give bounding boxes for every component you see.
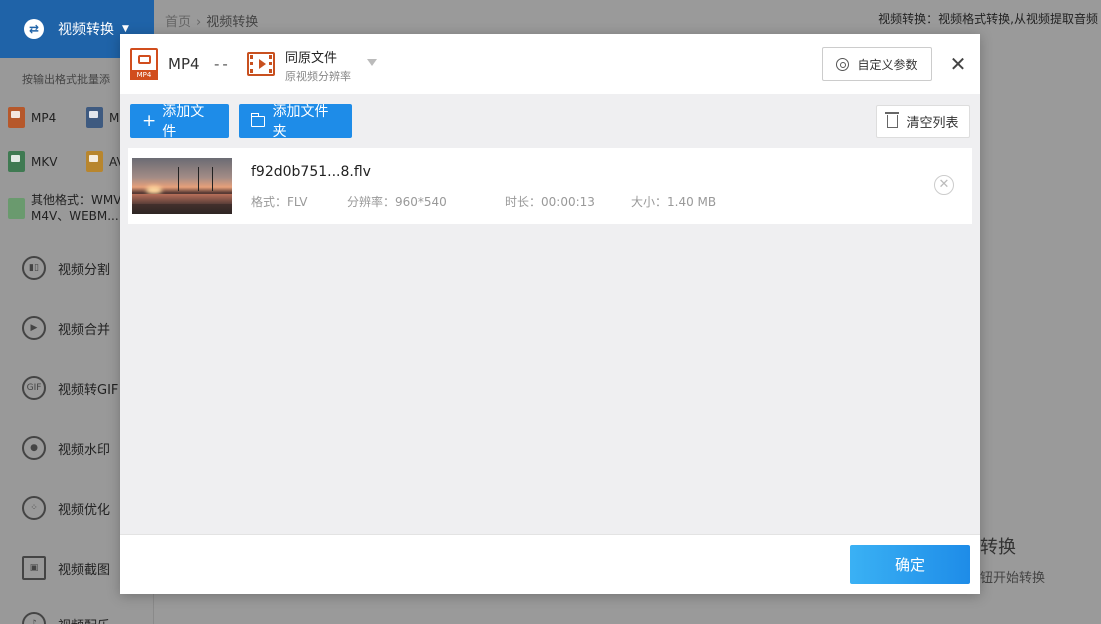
remove-file-icon[interactable]: ✕	[934, 175, 954, 195]
add-folder-button[interactable]: 添加文件夹	[239, 104, 352, 140]
file-list-item[interactable]: f92d0b751...8.flv 格式：FLV 分辨率：960*540 时长：…	[128, 148, 972, 224]
sidebar-hint: 按输出格式批量添	[22, 73, 110, 86]
chevron-right-icon: ›	[196, 15, 202, 30]
video-thumbnail	[132, 158, 232, 214]
merge-icon: ▶	[22, 316, 46, 340]
breadcrumb-current: 视频转换	[206, 15, 259, 30]
split-icon: ▮▯	[22, 256, 46, 280]
gif-icon: GIF	[22, 376, 46, 400]
sidebar-item-video-gif[interactable]: GIF 视频转GIF	[22, 376, 118, 400]
format-mp4[interactable]: MP4	[8, 107, 56, 128]
format-label: MP4	[31, 110, 57, 125]
custom-params-button[interactable]: 自定义参数	[822, 47, 932, 81]
clear-list-button[interactable]: 清空列表	[876, 105, 970, 138]
sidebar-item-video-optimize[interactable]: ⁘ 视频优化	[22, 496, 110, 520]
convert-icon: ⇄	[24, 19, 44, 39]
format-mkv[interactable]: MKV	[8, 151, 57, 172]
output-format[interactable]: MP4	[168, 55, 200, 73]
clear-list-label: 清空列表	[906, 116, 959, 131]
sidebar-item-label: 视频转GIF	[58, 382, 119, 398]
add-files-dialog: MP4 MP4 -- 同原文件 原视频分辨率 自定义参数 ✕ + 添加文件 添加…	[120, 34, 980, 594]
format-other[interactable]: 其他格式：WMV M4V、WEBM...	[8, 192, 121, 224]
format-separator: --	[214, 55, 231, 73]
screenshot-icon: ▣	[22, 556, 46, 580]
dialog-header: MP4 MP4 -- 同原文件 原视频分辨率 自定义参数 ✕	[120, 34, 980, 94]
folder-icon	[250, 112, 265, 127]
file-duration: 时长：00:00:13	[505, 195, 595, 209]
format-avi[interactable]: AV	[86, 151, 125, 172]
sidebar-item-label: 视频水印	[58, 442, 111, 458]
sidebar-header-label: 视频转换	[58, 22, 114, 38]
background-subtitle: 钮开始转换	[980, 571, 1046, 586]
plus-icon: +	[142, 110, 157, 131]
video-file-icon	[86, 107, 103, 128]
add-file-button[interactable]: + 添加文件	[130, 104, 229, 140]
other-formats-line1: 其他格式：WMV	[31, 193, 122, 207]
background-title: 转换	[980, 537, 1016, 558]
resolution-select[interactable]: 同原文件	[285, 47, 337, 66]
sidebar-item-video-music[interactable]: ♪ 视频配乐	[22, 612, 110, 624]
mp4-format-icon: MP4	[130, 48, 158, 80]
sidebar-item-label: 视频截图	[58, 562, 111, 578]
breadcrumb-home[interactable]: 首页	[165, 15, 191, 30]
file-resolution: 分辨率：960*540	[347, 195, 447, 209]
confirm-button[interactable]: 确定	[850, 545, 970, 584]
add-file-label: 添加文件	[162, 104, 205, 140]
avi-file-icon	[86, 151, 103, 172]
sidebar-item-video-merge[interactable]: ▶ 视频合并	[22, 316, 110, 340]
format-label: M	[109, 110, 120, 125]
trash-icon	[885, 112, 900, 128]
format-badge: MP4	[130, 70, 158, 80]
file-format: 格式：FLV	[251, 195, 308, 209]
mp4-file-icon	[8, 107, 25, 128]
format-mov[interactable]: M	[86, 107, 119, 128]
sidebar-item-label: 视频配乐	[58, 615, 110, 624]
chevron-down-icon: ▼	[122, 24, 129, 34]
close-icon[interactable]: ✕	[946, 50, 970, 78]
file-name: f92d0b751...8.flv	[251, 164, 371, 180]
breadcrumb: 首页 › 视频转换	[165, 11, 258, 30]
sidebar-item-label: 视频合并	[58, 322, 111, 338]
watermark-icon: ●	[22, 436, 46, 460]
page-description: 视频转换：视频格式转换,从视频提取音频	[878, 12, 1098, 26]
chevron-down-icon[interactable]	[367, 59, 377, 66]
dialog-footer: 确定	[120, 534, 980, 594]
dialog-toolbar: + 添加文件 添加文件夹 清空列表	[120, 94, 980, 148]
format-label: MKV	[31, 154, 58, 169]
file-size: 大小：1.40 MB	[631, 195, 717, 209]
sidebar-item-video-watermark[interactable]: ● 视频水印	[22, 436, 110, 460]
other-file-icon	[8, 198, 25, 219]
optimize-icon: ⁘	[22, 496, 46, 520]
sidebar-item-video-split[interactable]: ▮▯ 视频分割	[22, 256, 110, 280]
other-formats-line2: M4V、WEBM...	[31, 209, 119, 223]
custom-params-label: 自定义参数	[857, 57, 918, 72]
resolution-subtitle: 原视频分辨率	[285, 70, 351, 83]
sidebar-item-video-screenshot[interactable]: ▣ 视频截图	[22, 556, 110, 580]
music-icon: ♪	[22, 612, 46, 624]
gear-icon	[836, 57, 850, 71]
sidebar-item-label: 视频分割	[58, 262, 111, 278]
mkv-file-icon	[8, 151, 25, 172]
sidebar-item-label: 视频优化	[58, 502, 111, 518]
add-folder-label: 添加文件夹	[272, 104, 329, 140]
film-icon	[247, 52, 275, 76]
